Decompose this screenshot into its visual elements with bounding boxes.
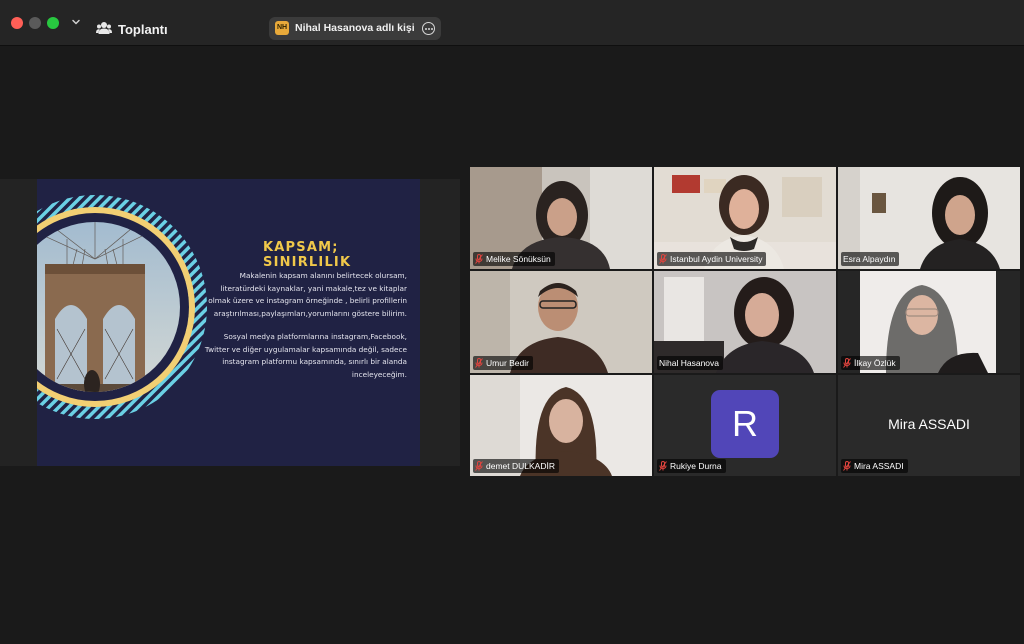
screen-share-notification-text: Nihal Hasanova adlı kişinin ekran paylaş… [295, 22, 415, 34]
title-bar: Toplantı NH Nihal Hasanova adlı kişinin … [0, 0, 1024, 46]
video-tile[interactable]: Esra Alpaydın [838, 167, 1020, 269]
avatar: R [711, 390, 779, 458]
microphone-muted-icon [475, 461, 483, 471]
participant-name: Nihal Hasanova [659, 358, 720, 368]
slide-paragraph: Makalenin kapsam alanını belirtecek olur… [208, 271, 407, 318]
participant-name: Melike Sönüksün [486, 254, 551, 264]
close-window-button[interactable] [11, 17, 23, 29]
participant-name-tag: Umur Bedir [473, 356, 533, 370]
participant-gallery: Melike Sönüksün Istanbul Aydin Universit… [470, 167, 1020, 476]
screen-share-notification[interactable]: NH Nihal Hasanova adlı kişinin ekran pay… [269, 17, 441, 40]
presentation-slide: KAPSAM; SINIRLILIK Makalenin kapsam alan… [37, 179, 420, 466]
video-tile[interactable]: Umur Bedir [470, 271, 652, 373]
microphone-muted-icon [475, 358, 483, 368]
maximize-window-button[interactable] [47, 17, 59, 29]
video-tile[interactable]: Istanbul Aydin University [654, 167, 836, 269]
video-tile[interactable]: demet DULKADİR [470, 375, 652, 476]
participant-name: Rukiye Durna [670, 461, 722, 471]
participant-name: Istanbul Aydin University [670, 254, 763, 264]
participant-name: Esra Alpaydın [843, 254, 896, 264]
participant-name: İlkay Özlük [854, 358, 896, 368]
microphone-muted-icon [843, 358, 851, 368]
video-tile[interactable]: Melike Sönüksün [470, 167, 652, 269]
zoom-window: Toplantı NH Nihal Hasanova adlı kişinin … [0, 0, 1024, 644]
participant-name: Mira ASSADI [854, 461, 904, 471]
microphone-muted-icon [659, 461, 667, 471]
microphone-muted-icon [475, 254, 483, 264]
microphone-muted-icon [843, 461, 851, 471]
video-tile-active-speaker[interactable]: Nihal Hasanova [654, 271, 836, 373]
more-options-icon[interactable] [422, 22, 435, 35]
participant-name-tag: Rukiye Durna [657, 459, 726, 473]
participant-name-tag: demet DULKADİR [473, 459, 559, 473]
participant-display-name: Mira ASSADI [888, 416, 970, 432]
video-tile[interactable]: İlkay Özlük [838, 271, 1020, 373]
participant-name-tag: Mira ASSADI [841, 459, 908, 473]
participant-name-tag: Esra Alpaydın [841, 252, 900, 266]
participant-name-tag: Melike Sönüksün [473, 252, 555, 266]
slide-paragraph: Sosyal medya platformlarına instagram,Fa… [204, 332, 407, 379]
participant-name-tag: Istanbul Aydin University [657, 252, 767, 266]
participant-name-tag: Nihal Hasanova [657, 356, 724, 370]
video-tile[interactable]: Mira ASSADI Mira ASSADI [838, 375, 1020, 476]
chevron-down-icon[interactable] [70, 16, 82, 28]
meeting-title: Toplantı [118, 22, 168, 37]
participant-name: demet DULKADİR [486, 461, 555, 471]
video-tile[interactable]: R Rukiye Durna [654, 375, 836, 476]
participants-icon [96, 22, 112, 34]
presenter-badge: NH [275, 21, 289, 35]
microphone-muted-icon [659, 254, 667, 264]
participant-name: Umur Bedir [486, 358, 529, 368]
participant-name-tag: İlkay Özlük [841, 356, 900, 370]
minimize-window-button[interactable] [29, 17, 41, 29]
bridge-photo [37, 195, 207, 419]
slide-title: KAPSAM; SINIRLILIK [263, 240, 352, 270]
